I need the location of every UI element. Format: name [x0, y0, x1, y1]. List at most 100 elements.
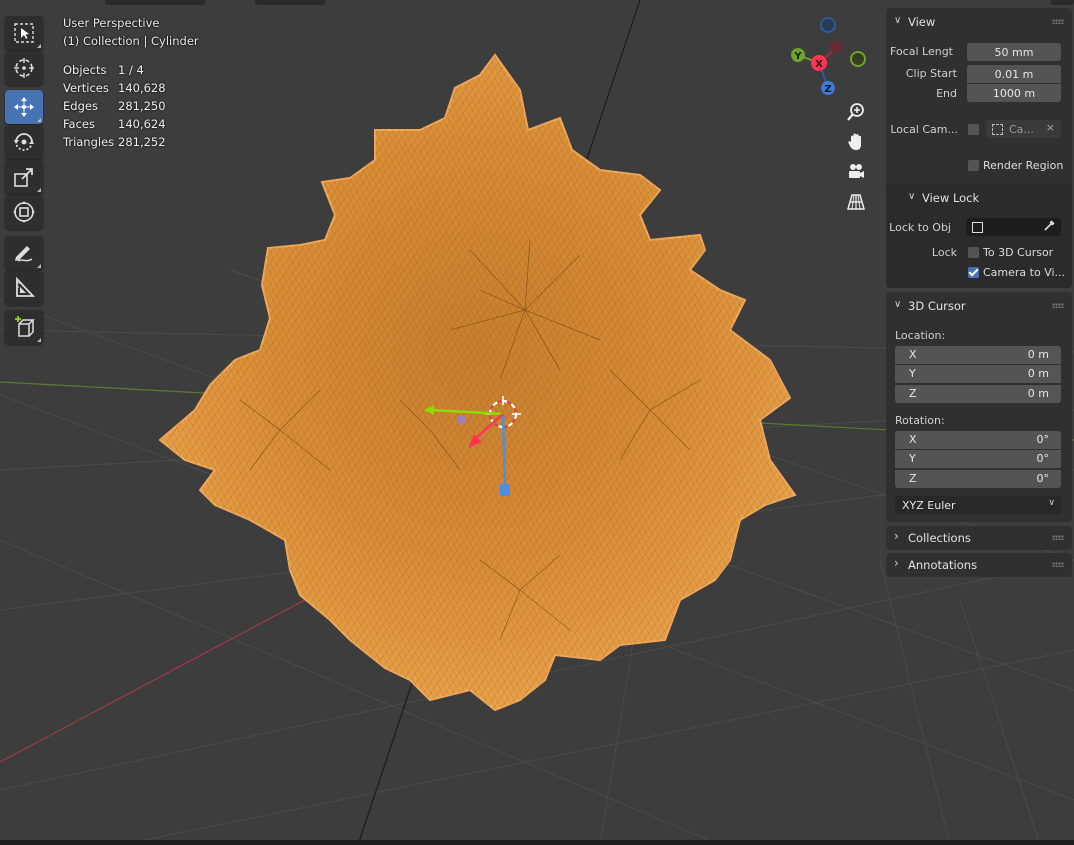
view-lock-header[interactable]: ∨ View Lock: [886, 186, 1072, 210]
view-panel-header[interactable]: ∨ View: [886, 10, 1072, 34]
transform-tool[interactable]: [5, 195, 43, 229]
location-label: Location:: [895, 329, 946, 342]
clip-end-field[interactable]: 1000 m: [967, 84, 1061, 102]
chevron-right-icon: ›: [894, 529, 899, 543]
stat-value: 1 / 4: [118, 63, 144, 77]
gizmo-z-label: Z: [824, 84, 831, 95]
object-icon: [972, 221, 983, 233]
lock-label: Lock: [931, 246, 957, 259]
cursor-tool[interactable]: [5, 51, 43, 85]
drag-grip-icon[interactable]: [1052, 303, 1064, 308]
camera-to-view-checkbox[interactable]: [968, 267, 979, 278]
stat-row-vertices: Vertices 140,628: [63, 81, 166, 95]
focal-length-field[interactable]: 50 mm: [967, 43, 1061, 61]
annotations-panel: › Annotations: [886, 553, 1072, 577]
eyedropper-icon[interactable]: [1043, 220, 1055, 232]
move-tool[interactable]: [5, 90, 43, 124]
drag-grip-icon[interactable]: [1052, 562, 1064, 567]
rotation-mode-dropdown[interactable]: XYZ Euler ∨: [895, 496, 1061, 514]
render-region-checkbox[interactable]: [968, 160, 979, 171]
chevron-down-icon: ∨: [1048, 498, 1055, 508]
location-z-field[interactable]: Z 0 m: [895, 385, 1061, 403]
cursor-icon: [14, 58, 34, 78]
collections-title: Collections: [908, 531, 971, 545]
stat-value: 140,624: [118, 117, 166, 131]
select-box-tool[interactable]: [5, 16, 43, 50]
camera-icon: [849, 164, 864, 178]
clip-start-field[interactable]: 0.01 m: [967, 65, 1061, 83]
stat-row-objects: Objects 1 / 4: [63, 63, 144, 77]
axis-label: X: [909, 433, 917, 446]
stat-value: 140,628: [118, 81, 166, 95]
header-tab[interactable]: [255, 0, 325, 5]
to-3d-cursor-checkbox[interactable]: [968, 247, 979, 258]
header-tab[interactable]: [105, 0, 205, 5]
drag-grip-icon[interactable]: [1052, 19, 1064, 24]
stat-label: Objects: [63, 63, 107, 77]
axis-value: 0 m: [1027, 367, 1049, 380]
annotations-header[interactable]: › Annotations: [886, 553, 1072, 577]
view-panel: ∨ View Focal Lengt 50 mm Clip Start 0.01…: [886, 8, 1072, 288]
local-camera-checkbox[interactable]: [968, 124, 979, 135]
3d-cursor-title: 3D Cursor: [908, 299, 966, 313]
axis-value: 0°: [1036, 452, 1050, 465]
rotation-z-field[interactable]: Z 0°: [895, 470, 1061, 488]
rotation-x-field[interactable]: X 0°: [895, 431, 1061, 449]
local-camera-field[interactable]: Ca... ×: [986, 120, 1061, 138]
scale-icon: [14, 168, 33, 187]
rotation-label: Rotation:: [895, 414, 945, 427]
stat-row-triangles: Triangles 281,252: [63, 135, 166, 149]
location-x-field[interactable]: X 0 m: [895, 346, 1061, 364]
collections-header[interactable]: › Collections: [886, 526, 1072, 550]
rotation-mode-value: XYZ Euler: [902, 498, 956, 512]
measure-ruler-icon: [16, 276, 36, 297]
stat-value: 281,250: [118, 99, 166, 113]
axis-label: Z: [909, 387, 917, 400]
properties-sidebar: ∨ View Focal Lengt 50 mm Clip Start 0.01…: [886, 8, 1072, 582]
header-tab[interactable]: [1050, 0, 1074, 5]
grid-perspective-icon: [847, 194, 865, 210]
camera-view-button[interactable]: [842, 158, 870, 186]
local-camera-label: Local Cam...: [890, 123, 958, 136]
stat-label: Edges: [63, 99, 98, 113]
axis-value: 0 m: [1027, 348, 1049, 361]
location-y-field[interactable]: Y 0 m: [895, 365, 1061, 383]
lock-to-object-label: Lock to Obj: [889, 221, 951, 234]
camera-to-view-label: Camera to Vi...: [983, 266, 1066, 279]
annotate-tool[interactable]: [5, 236, 43, 270]
stat-label: Faces: [63, 117, 95, 131]
axis-label: Y: [909, 452, 916, 465]
bottom-border: [0, 840, 1074, 845]
focal-length-label: Focal Lengt: [890, 45, 953, 58]
move-icon: [14, 97, 34, 117]
3d-cursor-header[interactable]: ∨ 3D Cursor: [886, 294, 1072, 318]
collections-panel: › Collections: [886, 526, 1072, 550]
stat-value: 281,252: [118, 135, 166, 149]
lock-to-object-field[interactable]: [966, 218, 1061, 236]
axis-label: Z: [909, 472, 917, 485]
chevron-right-icon: ›: [894, 556, 899, 570]
add-cube-tool[interactable]: [5, 310, 43, 344]
measure-tool[interactable]: [5, 271, 43, 305]
view-perspective-label: User Perspective: [63, 16, 160, 30]
local-camera-value: Ca...: [1009, 122, 1034, 136]
stat-label: Triangles: [63, 135, 115, 149]
perspective-toggle-button[interactable]: [842, 188, 870, 216]
hand-icon: [848, 133, 861, 150]
select-box-icon: [14, 23, 34, 43]
gizmo-x-label: X: [815, 59, 823, 70]
render-region-label: Render Region: [983, 159, 1064, 172]
active-object-label: (1) Collection | Cylinder: [63, 34, 199, 48]
clear-x-icon[interactable]: ×: [1046, 121, 1055, 134]
transform-icon: [13, 201, 35, 223]
scale-tool[interactable]: [5, 160, 43, 194]
drag-grip-icon[interactable]: [1052, 535, 1064, 540]
view-panel-title: View: [908, 15, 936, 29]
rotation-y-field[interactable]: Y 0°: [895, 450, 1061, 468]
clip-start-label: Clip Start: [905, 67, 957, 80]
pan-button[interactable]: [842, 128, 870, 156]
axis-value: 0 m: [1027, 387, 1049, 400]
blender-3d-viewport-window: Y X Z User Perspective (1) Collection | …: [0, 0, 1074, 845]
rotate-tool[interactable]: [5, 125, 43, 159]
zoom-button[interactable]: [842, 98, 870, 126]
